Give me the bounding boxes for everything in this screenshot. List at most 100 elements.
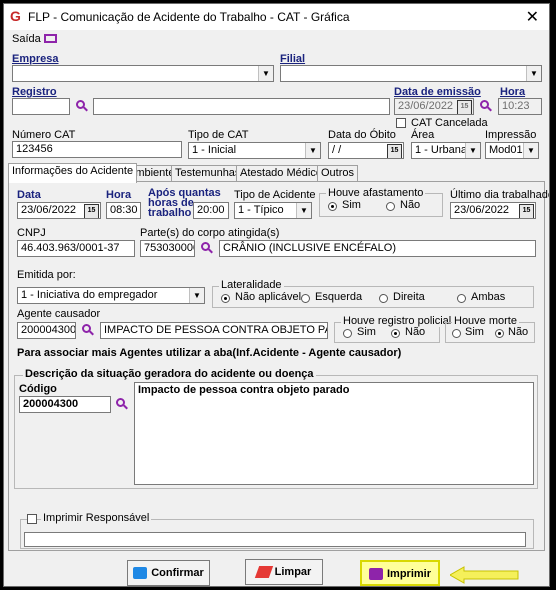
numero-cat-input[interactable]: 123456: [12, 141, 182, 158]
partes-code-input[interactable]: 753030000: [140, 240, 195, 257]
acidente-data-input[interactable]: 23/06/2022 15: [17, 202, 101, 219]
tab-informacoes-acidente[interactable]: Informações do Acidente: [8, 163, 138, 183]
data-obito-label: Data do Óbito: [328, 129, 396, 141]
empresa-label: Empresa: [12, 53, 59, 65]
acidente-hora-label: Hora: [106, 189, 132, 201]
calendar-icon[interactable]: 15: [457, 100, 472, 114]
lateralidade-direita-label: Direita: [393, 291, 425, 303]
chevron-down-icon[interactable]: ▼: [305, 143, 320, 158]
morte-sim-label: Sim: [465, 326, 484, 338]
lateralidade-ambas-radio[interactable]: [457, 294, 466, 303]
confirmar-label: Confirmar: [151, 567, 204, 579]
cat-cancelada-label: CAT Cancelada: [411, 117, 488, 129]
tab-panel-informacoes: Data 23/06/2022 15 Hora 08:30 Após quanta…: [8, 181, 549, 551]
morte-sim-radio[interactable]: [452, 329, 461, 338]
impressao-label: Impressão: [485, 129, 537, 141]
registro-name-field: [93, 98, 390, 115]
search-icon[interactable]: [82, 324, 94, 336]
search-icon[interactable]: [76, 100, 88, 112]
lateralidade-nao-aplicavel-radio[interactable]: [221, 294, 230, 303]
limpar-label: Limpar: [274, 566, 312, 578]
emitida-por-select[interactable]: 1 - Iniciativa do empregador ▼: [17, 287, 205, 304]
lateralidade-esquerda-radio[interactable]: [301, 294, 310, 303]
chevron-down-icon[interactable]: ▼: [296, 203, 311, 218]
imprimir-responsavel-group: Imprimir Responsável: [20, 512, 534, 549]
monitor-icon[interactable]: [44, 34, 57, 43]
close-button[interactable]: ✕: [526, 7, 539, 27]
descricao-group-title: Descrição da situação geradora do aciden…: [23, 368, 316, 380]
partes-corpo-label: Parte(s) do corpo atingida(s): [140, 227, 280, 239]
chevron-down-icon[interactable]: ▼: [189, 288, 204, 303]
impressao-select[interactable]: Mod01 ▼: [485, 142, 539, 159]
acidente-hora-input[interactable]: 08:30: [106, 202, 141, 219]
area-label: Área: [411, 129, 435, 141]
pointer-arrow-icon: [450, 566, 519, 584]
cat-cancelada-checkbox[interactable]: [396, 118, 406, 128]
limpar-button[interactable]: Limpar: [245, 559, 323, 585]
data-obito-input[interactable]: / / 15: [328, 142, 404, 159]
afastamento-label: Houve afastamento: [326, 187, 426, 199]
lateralidade-esquerda-label: Esquerda: [315, 291, 363, 303]
chevron-down-icon[interactable]: ▼: [523, 143, 538, 158]
menu-saida-label: Saída: [12, 33, 41, 45]
imprimir-label: Imprimir: [386, 568, 431, 580]
impressao-value: Mod01: [489, 144, 523, 156]
imprimir-responsavel-checkbox[interactable]: [27, 514, 37, 524]
app-logo-icon: G: [10, 8, 21, 24]
chevron-down-icon[interactable]: ▼: [465, 143, 480, 158]
lateralidade-nao-aplicavel-label: Não aplicável: [235, 291, 302, 303]
empresa-combo[interactable]: ▼: [12, 65, 274, 82]
policial-sim-radio[interactable]: [343, 329, 352, 338]
ultimo-dia-input[interactable]: 23/06/2022 15: [450, 202, 536, 219]
search-icon[interactable]: [116, 398, 128, 410]
data-emissao-value: 23/06/2022: [398, 100, 454, 112]
tab-atestado-medico[interactable]: Atestado Médico: [236, 165, 326, 182]
agente-code-input[interactable]: 200004300: [17, 322, 76, 339]
ultimo-dia-label: Último dia trabalhado: [450, 189, 550, 201]
menu-saida[interactable]: Saída: [12, 33, 41, 45]
morte-nao-label: Não: [508, 326, 529, 338]
lateralidade-label: Lateralidade: [219, 279, 284, 291]
data-emissao-label: Data de emissão: [394, 86, 481, 98]
acidente-data-label: Data: [17, 189, 41, 201]
tipo-cat-label: Tipo de CAT: [188, 129, 249, 141]
tab-testemunhas[interactable]: Testemunhas: [171, 165, 245, 182]
apos-horas-input[interactable]: 20:00: [193, 202, 229, 219]
confirmar-button[interactable]: Confirmar: [127, 560, 210, 586]
agente-desc-field: IMPACTO DE PESSOA CONTRA OBJETO PARADO..: [100, 322, 328, 339]
calendar-icon[interactable]: 15: [84, 204, 99, 218]
acidente-data-value: 23/06/2022: [21, 204, 77, 216]
filial-combo[interactable]: ▼: [280, 65, 542, 82]
chevron-down-icon[interactable]: ▼: [258, 66, 273, 81]
codigo-input[interactable]: 200004300: [19, 396, 111, 413]
afastamento-group: Houve afastamento Sim Não: [319, 187, 443, 217]
filial-label: Filial: [280, 53, 306, 65]
save-icon: [133, 567, 148, 580]
policial-sim-label: Sim: [357, 326, 376, 338]
tipo-cat-select[interactable]: 1 - Inicial ▼: [188, 142, 321, 159]
search-icon[interactable]: [480, 100, 492, 112]
lateralidade-group: Lateralidade Não aplicável Esquerda Dire…: [212, 279, 534, 308]
cnpj-input[interactable]: 46.403.963/0001-37: [17, 240, 135, 257]
morte-nao-radio[interactable]: [495, 329, 504, 338]
tab-outros[interactable]: Outros: [317, 165, 359, 182]
printer-icon: [368, 568, 383, 581]
numero-cat-label: Número CAT: [12, 129, 76, 141]
lateralidade-direita-radio[interactable]: [379, 294, 388, 303]
tipo-acidente-select[interactable]: 1 - Típico ▼: [234, 202, 312, 219]
afastamento-sim-radio[interactable]: [328, 202, 337, 211]
responsavel-input[interactable]: [24, 532, 526, 547]
afastamento-nao-radio[interactable]: [386, 202, 395, 211]
afastamento-sim-label: Sim: [342, 199, 361, 211]
calendar-icon[interactable]: 15: [519, 204, 534, 218]
area-select[interactable]: 1 - Urbana ▼: [411, 142, 481, 159]
imprimir-button[interactable]: Imprimir: [360, 560, 440, 586]
policial-nao-radio[interactable]: [391, 329, 400, 338]
search-icon[interactable]: [201, 242, 213, 254]
calendar-icon[interactable]: 15: [387, 144, 402, 158]
descricao-textarea[interactable]: Impacto de pessoa contra objeto parado: [134, 382, 534, 485]
data-emissao-field: 23/06/2022 15: [394, 98, 474, 115]
chevron-down-icon[interactable]: ▼: [526, 66, 541, 81]
registro-input[interactable]: [12, 98, 70, 115]
registro-policial-group: Houve registro policial Sim Não: [334, 315, 454, 343]
